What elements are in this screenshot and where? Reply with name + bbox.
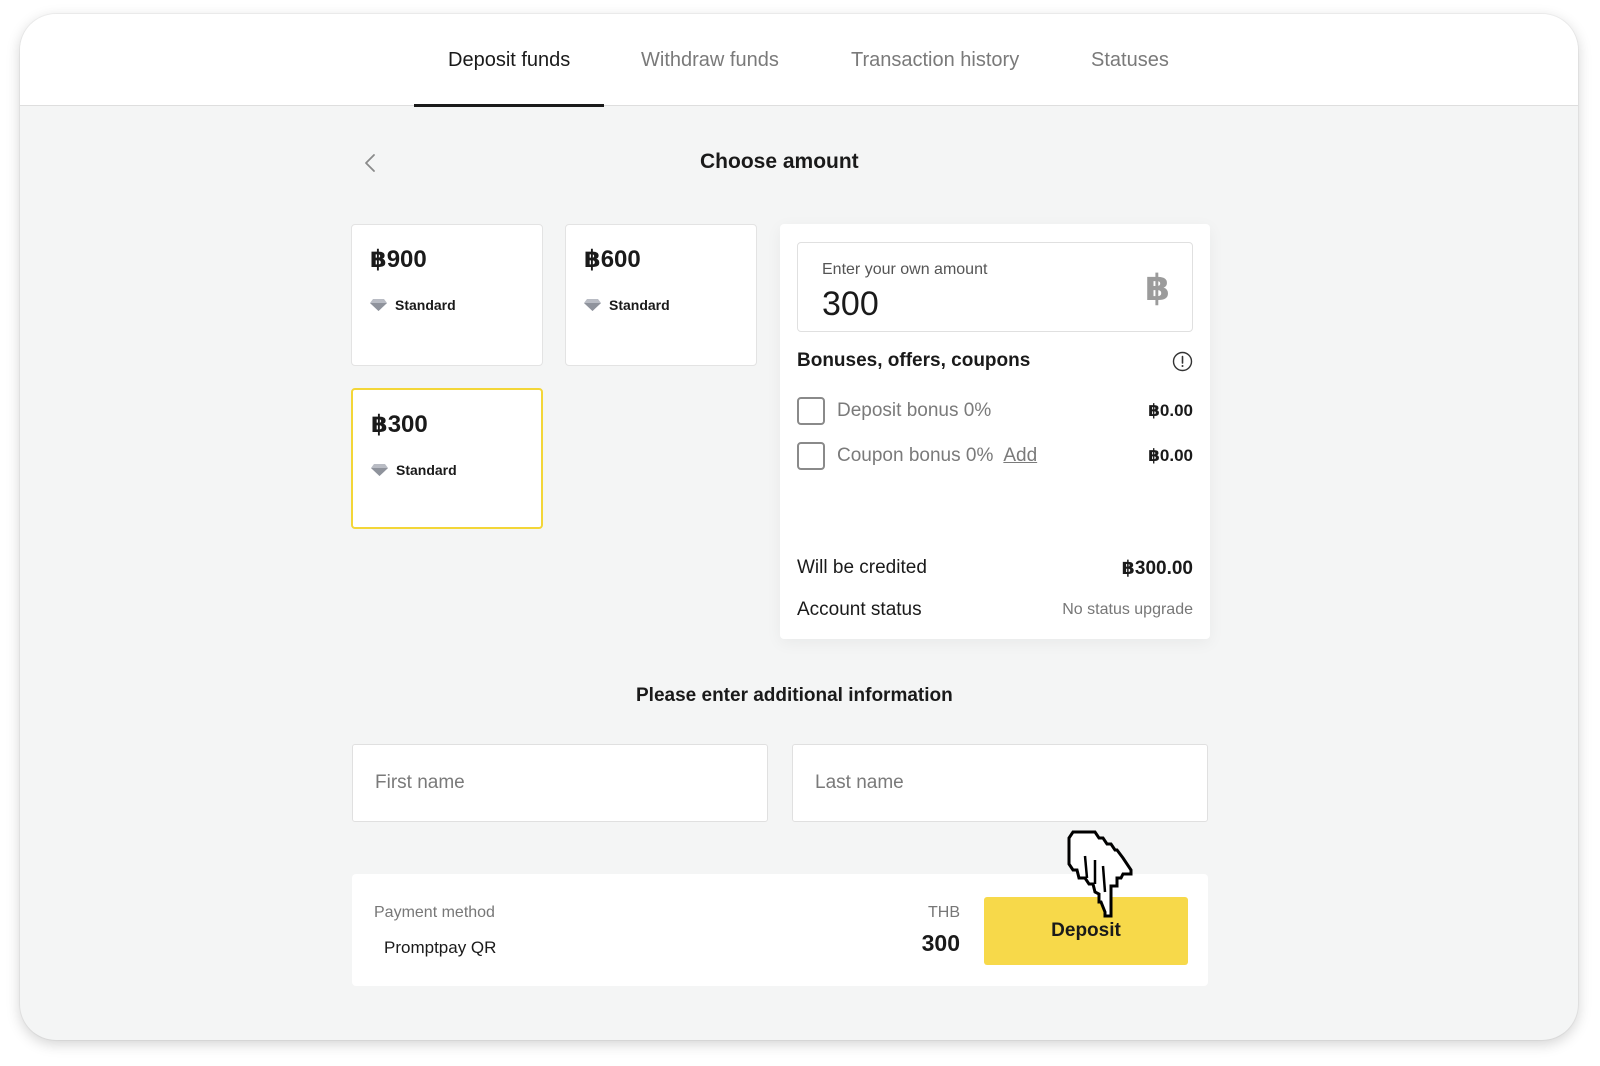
coupon-bonus-label-wrap: Coupon bonus 0% Add [837, 445, 1037, 467]
deposit-bonus-label: Deposit bonus 0% [837, 400, 992, 421]
amount-value: ฿300 [371, 411, 428, 438]
coupon-bonus-row: Coupon bonus 0% Add ฿0.00 [797, 442, 1193, 472]
payment-bar: Payment method Promptpay QR THB 300 Depo… [352, 874, 1208, 986]
amount-panel: Enter your own amount 300 ฿ Bonuses, off… [780, 224, 1210, 639]
add-coupon-link[interactable]: Add [1003, 445, 1037, 466]
amount-value: ฿600 [584, 246, 641, 273]
coupon-bonus-checkbox[interactable] [797, 442, 825, 470]
deposit-button[interactable]: Deposit [984, 897, 1188, 965]
own-amount-label: Enter your own amount [822, 261, 988, 278]
chevron-left-icon[interactable] [360, 152, 382, 174]
payment-method-value: Promptpay QR [384, 938, 497, 957]
deposit-bonus-row: Deposit bonus 0% ฿0.00 [797, 397, 1193, 427]
payment-amount: 300 [921, 930, 960, 956]
coupon-bonus-amount: ฿0.00 [1148, 446, 1193, 465]
amount-option-300[interactable]: ฿300 Standard [351, 388, 543, 529]
own-amount-value[interactable]: 300 [822, 285, 879, 324]
app-window: Deposit funds Withdraw funds Transaction… [20, 14, 1578, 1040]
tier-label: Standard [370, 297, 456, 313]
amount-option-600[interactable]: ฿600 Standard [565, 224, 757, 366]
diamond-icon [371, 464, 388, 476]
tab-withdraw-funds[interactable]: Withdraw funds [641, 14, 779, 106]
bonus-title: Bonuses, offers, coupons [797, 350, 1031, 371]
tab-statuses[interactable]: Statuses [1091, 14, 1169, 106]
info-icon[interactable] [1172, 351, 1193, 372]
diamond-icon [370, 299, 387, 311]
tier-label: Standard [371, 462, 457, 478]
deposit-bonus-checkbox[interactable] [797, 397, 825, 425]
baht-icon: ฿ [1144, 267, 1170, 308]
coupon-bonus-label: Coupon bonus 0% [837, 445, 994, 466]
credited-label: Will be credited [797, 557, 927, 578]
tab-deposit-funds[interactable]: Deposit funds [413, 14, 605, 107]
tier-label: Standard [584, 297, 670, 313]
tab-transaction-history[interactable]: Transaction history [851, 14, 1019, 106]
first-name-input[interactable] [352, 744, 768, 822]
amount-value: ฿900 [370, 246, 427, 273]
tab-bar: Deposit funds Withdraw funds Transaction… [20, 14, 1578, 107]
deposit-bonus-amount: ฿0.00 [1148, 401, 1193, 420]
amount-option-900[interactable]: ฿900 Standard [351, 224, 543, 366]
currency-label: THB [928, 904, 960, 921]
payment-method-label: Payment method [374, 904, 495, 921]
last-name-input[interactable] [792, 744, 1208, 822]
account-status-value: No status upgrade [1062, 601, 1193, 618]
account-status-label: Account status [797, 599, 922, 620]
credited-value: ฿300.00 [1121, 558, 1193, 579]
own-amount-field[interactable]: Enter your own amount 300 ฿ [797, 242, 1193, 332]
diamond-icon [584, 299, 601, 311]
